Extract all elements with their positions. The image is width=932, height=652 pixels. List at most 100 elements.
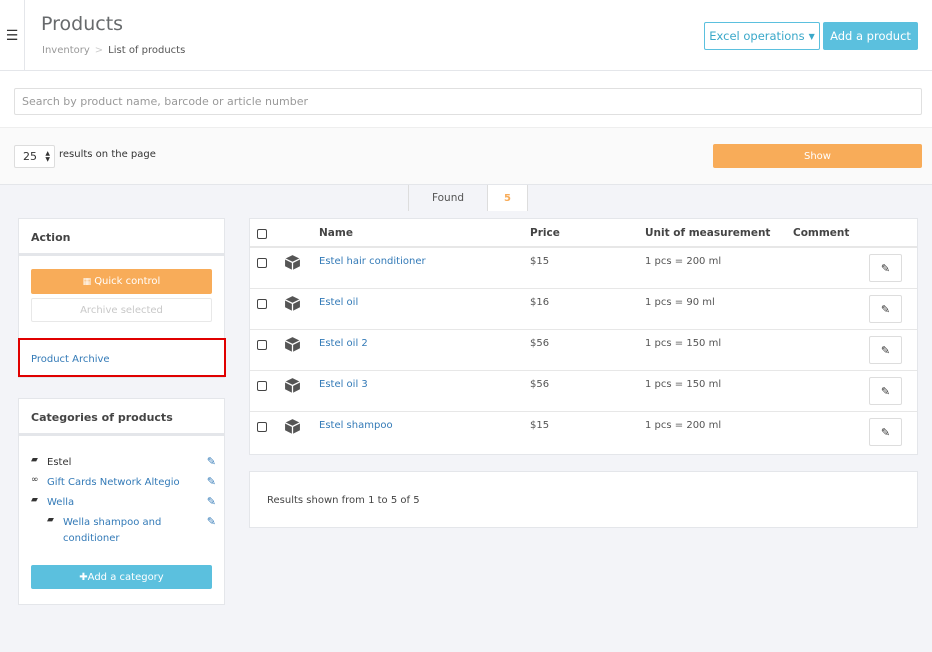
box-icon: [284, 378, 301, 393]
box-icon: [284, 255, 301, 270]
product-price: $15: [530, 420, 550, 431]
per-page-select[interactable]: 25 ▲ ▼: [14, 145, 55, 168]
box-icon: [284, 296, 301, 311]
category-list: ▰ Estel ✎ ∞ Gift Cards Network Altegio ✎…: [31, 455, 216, 555]
results-panel: Results shown from 1 to 5 of 5: [249, 471, 918, 528]
pencil-icon[interactable]: ✎: [207, 515, 216, 528]
edit-product-button[interactable]: ✎: [869, 254, 902, 282]
edit-product-button[interactable]: ✎: [869, 336, 902, 364]
row-checkbox[interactable]: [257, 340, 267, 350]
table-header: Name Price Unit of measurement Comment: [250, 219, 917, 248]
per-page-label: results on the page: [59, 149, 156, 160]
folder-open-icon: ▰: [47, 515, 54, 525]
plus-icon: ✚: [79, 571, 88, 583]
products-table: Name Price Unit of measurement Comment E…: [249, 218, 918, 455]
folder-open-icon: ▰: [31, 495, 38, 505]
found-label: Found: [408, 185, 488, 211]
breadcrumb: Inventory > List of products: [42, 45, 185, 56]
pencil-icon: ✎: [880, 302, 891, 316]
found-count: 5: [488, 185, 528, 211]
pencil-icon: ✎: [880, 425, 891, 439]
breadcrumb-inventory[interactable]: Inventory: [42, 45, 90, 56]
product-price: $15: [530, 256, 550, 267]
pencil-icon[interactable]: ✎: [207, 455, 216, 468]
row-checkbox[interactable]: [257, 258, 267, 268]
product-unit: 1 pcs = 200 ml: [645, 420, 722, 431]
quick-control-button[interactable]: ▦ Quick control: [31, 269, 212, 294]
add-category-label: Add a category: [87, 571, 164, 583]
row-checkbox[interactable]: [257, 299, 267, 309]
product-unit: 1 pcs = 150 ml: [645, 379, 722, 390]
category-item[interactable]: ▰ Estel ✎: [31, 455, 216, 475]
breadcrumb-separator: >: [94, 45, 104, 56]
category-item[interactable]: ▰ Wella ✎: [31, 495, 216, 515]
pencil-icon: ✎: [880, 261, 891, 275]
category-label: Estel: [47, 457, 72, 468]
results-summary: Results shown from 1 to 5 of 5: [267, 495, 420, 506]
hamburger-menu-icon[interactable]: ☰: [0, 0, 25, 71]
category-label: Wella: [47, 497, 75, 508]
product-name-link[interactable]: Estel hair conditioner: [319, 256, 426, 267]
breadcrumb-current: List of products: [108, 45, 186, 56]
product-price: $16: [530, 297, 550, 308]
category-item[interactable]: ▰ Wella shampoo and conditioner ✎: [31, 515, 216, 555]
select-all-checkbox[interactable]: [257, 229, 267, 239]
product-unit: 1 pcs = 150 ml: [645, 338, 722, 349]
product-price: $56: [530, 338, 550, 349]
link-icon: ∞: [31, 475, 39, 485]
product-name-link[interactable]: Estel oil 2: [319, 338, 368, 349]
add-product-button[interactable]: Add a product: [823, 22, 918, 50]
product-archive-link[interactable]: Product Archive: [31, 354, 110, 365]
select-arrows-icon: ▲ ▼: [45, 150, 50, 163]
pencil-icon: ✎: [880, 343, 891, 357]
search-band: [0, 71, 932, 128]
edit-product-button[interactable]: ✎: [869, 418, 902, 446]
product-name-link[interactable]: Estel shampoo: [319, 420, 393, 431]
product-unit: 1 pcs = 200 ml: [645, 256, 722, 267]
category-label: Gift Cards Network Altegio: [47, 477, 180, 488]
table-row: Estel oil 2 $56 1 pcs = 150 ml ✎: [250, 330, 917, 371]
product-archive-highlight: Product Archive: [18, 338, 226, 377]
product-unit: 1 pcs = 90 ml: [645, 297, 715, 308]
category-item[interactable]: ∞ Gift Cards Network Altegio ✎: [31, 475, 216, 495]
excel-operations-button[interactable]: Excel operations ▼: [704, 22, 820, 50]
page-title: Products: [41, 13, 124, 35]
pencil-icon: ✎: [880, 384, 891, 398]
archive-selected-button[interactable]: Archive selected: [31, 298, 212, 322]
column-price[interactable]: Price: [530, 227, 560, 239]
add-category-button[interactable]: ✚ Add a category: [31, 565, 212, 589]
top-bar: ☰ Products Inventory > List of products Ex…: [0, 0, 932, 71]
product-name-link[interactable]: Estel oil: [319, 297, 358, 308]
pencil-icon[interactable]: ✎: [207, 495, 216, 508]
column-comment[interactable]: Comment: [793, 227, 849, 239]
caret-down-icon: ▼: [808, 31, 815, 41]
action-panel: Action ▦ Quick control Archive selected P…: [18, 218, 226, 378]
row-checkbox[interactable]: [257, 422, 267, 432]
quick-control-label: Quick control: [94, 276, 161, 287]
excel-operations-label: Excel operations: [709, 29, 805, 43]
product-price: $56: [530, 379, 550, 390]
search-input[interactable]: [14, 88, 922, 115]
category-label: Wella shampoo and conditioner: [63, 517, 162, 544]
action-panel-title: Action: [19, 219, 224, 256]
edit-product-button[interactable]: ✎: [869, 295, 902, 323]
table-row: Estel oil 3 $56 1 pcs = 150 ml ✎: [250, 371, 917, 412]
table-row: Estel oil $16 1 pcs = 90 ml ✎: [250, 289, 917, 330]
pagination-band: 25 ▲ ▼ results on the page Show: [0, 128, 932, 185]
folder-open-icon: ▰: [31, 455, 38, 465]
pencil-icon[interactable]: ✎: [207, 475, 216, 488]
show-button[interactable]: Show: [713, 144, 922, 168]
table-row: Estel hair conditioner $15 1 pcs = 200 m…: [250, 248, 917, 289]
row-checkbox[interactable]: [257, 381, 267, 391]
edit-product-button[interactable]: ✎: [869, 377, 902, 405]
box-icon: [284, 419, 301, 434]
column-name[interactable]: Name: [319, 227, 353, 239]
column-unit[interactable]: Unit of measurement: [645, 227, 770, 239]
per-page-value: 25: [23, 150, 37, 163]
box-icon: [284, 337, 301, 352]
product-name-link[interactable]: Estel oil 3: [319, 379, 368, 390]
categories-panel-title: Categories of products: [19, 399, 224, 436]
categories-panel: Categories of products ▰ Estel ✎ ∞ Gift …: [18, 398, 225, 605]
calculator-icon: ▦: [82, 276, 92, 287]
table-row: Estel shampoo $15 1 pcs = 200 ml ✎: [250, 412, 917, 453]
